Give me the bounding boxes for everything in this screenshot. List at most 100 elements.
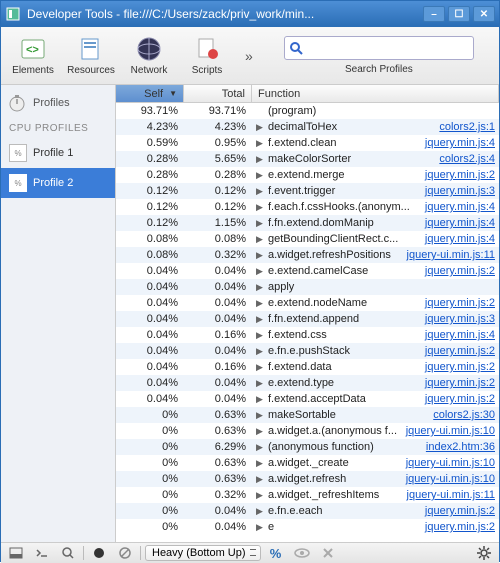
expand-icon[interactable]: ▶ — [256, 426, 264, 437]
table-row[interactable]: 0.04%0.16%▶f.extend.datajquery.min.js:2 — [116, 359, 499, 375]
table-row[interactable]: 0%0.63%▶a.widget._createjquery-ui.min.js… — [116, 455, 499, 471]
source-link[interactable]: jquery-ui.min.js:10 — [406, 457, 499, 469]
source-link[interactable]: jquery.min.js:2 — [425, 265, 499, 277]
expand-icon[interactable]: ▶ — [256, 298, 264, 309]
source-link[interactable]: index2.htm:36 — [426, 441, 499, 453]
search-input[interactable] — [307, 42, 469, 54]
source-link[interactable]: jquery.min.js:4 — [425, 201, 499, 213]
expand-icon[interactable]: ▶ — [256, 330, 264, 341]
view-select[interactable]: Heavy (Bottom Up) — [145, 545, 261, 561]
table-row[interactable]: 0.28%0.28%▶e.extend.mergejquery.min.js:2 — [116, 167, 499, 183]
source-link[interactable]: jquery-ui.min.js:11 — [407, 249, 499, 261]
column-total[interactable]: Total — [184, 85, 252, 102]
sidebar-heading[interactable]: Profiles — [1, 89, 115, 117]
source-link[interactable]: jquery-ui.min.js:11 — [407, 489, 499, 501]
expand-icon[interactable]: ▶ — [256, 458, 264, 469]
table-row[interactable]: 0%0.63%▶makeSortablecolors2.js:30 — [116, 407, 499, 423]
expand-icon[interactable]: ▶ — [256, 170, 264, 181]
table-row[interactable]: 0.04%0.04%▶f.fn.extend.appendjquery.min.… — [116, 311, 499, 327]
table-row[interactable]: 0.08%0.08%▶getBoundingClientRect.c...jqu… — [116, 231, 499, 247]
percent-button[interactable]: % — [265, 545, 287, 561]
tab-resources[interactable]: Resources — [63, 30, 119, 82]
maximize-button[interactable]: ☐ — [448, 6, 470, 22]
source-link[interactable]: jquery.min.js:2 — [425, 377, 499, 389]
expand-icon[interactable]: ▶ — [256, 378, 264, 389]
tab-scripts[interactable]: Scripts — [179, 30, 235, 82]
expand-icon[interactable]: ▶ — [256, 282, 264, 293]
table-row[interactable]: 0.04%0.04%▶e.extend.nodeNamejquery.min.j… — [116, 295, 499, 311]
source-link[interactable]: jquery.min.js:4 — [425, 137, 499, 149]
table-row[interactable]: 0.04%0.04%▶e.extend.camelCasejquery.min.… — [116, 263, 499, 279]
minimize-button[interactable]: – — [423, 6, 445, 22]
expand-icon[interactable]: ▶ — [256, 250, 264, 261]
source-link[interactable]: jquery.min.js:4 — [425, 217, 499, 229]
expand-icon[interactable]: ▶ — [256, 442, 264, 453]
expand-icon[interactable]: ▶ — [256, 266, 264, 277]
source-link[interactable]: jquery.min.js:3 — [425, 185, 499, 197]
source-link[interactable]: jquery-ui.min.js:10 — [406, 425, 499, 437]
clear-button[interactable] — [114, 545, 136, 561]
console-button[interactable] — [31, 545, 53, 561]
table-row[interactable]: 0.04%0.16%▶f.extend.cssjquery.min.js:4 — [116, 327, 499, 343]
source-link[interactable]: jquery-ui.min.js:10 — [406, 473, 499, 485]
expand-icon[interactable]: ▶ — [256, 218, 264, 229]
table-row[interactable]: 0%6.29%▶(anonymous function)index2.htm:3… — [116, 439, 499, 455]
table-row[interactable]: 0.08%0.32%▶a.widget.refreshPositionsjque… — [116, 247, 499, 263]
sidebar-item-profile-2[interactable]: %Profile 2 — [1, 168, 115, 198]
table-row[interactable]: 93.71%93.71%(program) — [116, 103, 499, 119]
table-row[interactable]: 0%0.04%▶ejquery.min.js:2 — [116, 519, 499, 535]
expand-icon[interactable]: ▶ — [256, 362, 264, 373]
expand-icon[interactable]: ▶ — [256, 410, 264, 421]
table-row[interactable]: 0.04%0.04%▶f.extend.acceptDatajquery.min… — [116, 391, 499, 407]
expand-icon[interactable]: ▶ — [256, 138, 264, 149]
table-row[interactable]: 0.12%0.12%▶f.each.f.cssHooks.(anonym...j… — [116, 199, 499, 215]
tab-elements[interactable]: <> Elements — [5, 30, 61, 82]
search-input-wrap[interactable] — [284, 36, 474, 60]
expand-icon[interactable]: ▶ — [256, 394, 264, 405]
table-row[interactable]: 0.12%1.15%▶f.fn.extend.domManipjquery.mi… — [116, 215, 499, 231]
expand-icon[interactable]: ▶ — [256, 522, 264, 533]
expand-icon[interactable]: ▶ — [256, 346, 264, 357]
dock-button[interactable] — [5, 545, 27, 561]
source-link[interactable]: jquery.min.js:2 — [425, 393, 499, 405]
expand-icon[interactable]: ▶ — [256, 234, 264, 245]
expand-icon[interactable]: ▶ — [256, 122, 264, 133]
delete-button[interactable] — [317, 545, 339, 561]
table-row[interactable]: 0.59%0.95%▶f.extend.cleanjquery.min.js:4 — [116, 135, 499, 151]
source-link[interactable]: colors2.js:30 — [433, 409, 499, 421]
table-row[interactable]: 4.23%4.23%▶decimalToHexcolors2.js:1 — [116, 119, 499, 135]
record-button[interactable] — [88, 545, 110, 561]
source-link[interactable]: jquery.min.js:2 — [425, 521, 499, 533]
source-link[interactable]: jquery.min.js:2 — [425, 297, 499, 309]
table-row[interactable]: 0.28%5.65%▶makeColorSortercolors2.js:4 — [116, 151, 499, 167]
overflow-button[interactable]: » — [237, 48, 261, 64]
magnify-button[interactable] — [57, 545, 79, 561]
source-link[interactable]: jquery.min.js:4 — [425, 329, 499, 341]
expand-icon[interactable]: ▶ — [256, 490, 264, 501]
tab-network[interactable]: Network — [121, 30, 177, 82]
source-link[interactable]: colors2.js:1 — [439, 121, 499, 133]
column-self[interactable]: Self▼ — [116, 85, 184, 102]
expand-icon[interactable]: ▶ — [256, 154, 264, 165]
expand-icon[interactable]: ▶ — [256, 506, 264, 517]
source-link[interactable]: jquery.min.js:4 — [425, 233, 499, 245]
table-row[interactable]: 0%0.63%▶a.widget.a.(anonymous f...jquery… — [116, 423, 499, 439]
close-button[interactable]: ✕ — [473, 6, 495, 22]
table-row[interactable]: 0%0.04%▶e.fn.e.eachjquery.min.js:2 — [116, 503, 499, 519]
source-link[interactable]: colors2.js:4 — [439, 153, 499, 165]
expand-icon[interactable]: ▶ — [256, 474, 264, 485]
table-row[interactable]: 0.04%0.04%▶e.extend.typejquery.min.js:2 — [116, 375, 499, 391]
table-row[interactable]: 0.04%0.04%▶apply — [116, 279, 499, 295]
column-function[interactable]: Function — [252, 85, 499, 102]
source-link[interactable]: jquery.min.js:2 — [425, 361, 499, 373]
source-link[interactable]: jquery.min.js:2 — [425, 169, 499, 181]
source-link[interactable]: jquery.min.js:2 — [425, 505, 499, 517]
sidebar-item-profile-1[interactable]: %Profile 1 — [1, 138, 115, 168]
settings-button[interactable] — [473, 545, 495, 561]
table-row[interactable]: 0.04%0.04%▶e.fn.e.pushStackjquery.min.js… — [116, 343, 499, 359]
expand-icon[interactable]: ▶ — [256, 314, 264, 325]
table-row[interactable]: 0%0.32%▶a.widget._refreshItemsjquery-ui.… — [116, 487, 499, 503]
source-link[interactable]: jquery.min.js:2 — [425, 345, 499, 357]
table-row[interactable]: 0%0.63%▶a.widget.refreshjquery-ui.min.js… — [116, 471, 499, 487]
expand-icon[interactable]: ▶ — [256, 202, 264, 213]
